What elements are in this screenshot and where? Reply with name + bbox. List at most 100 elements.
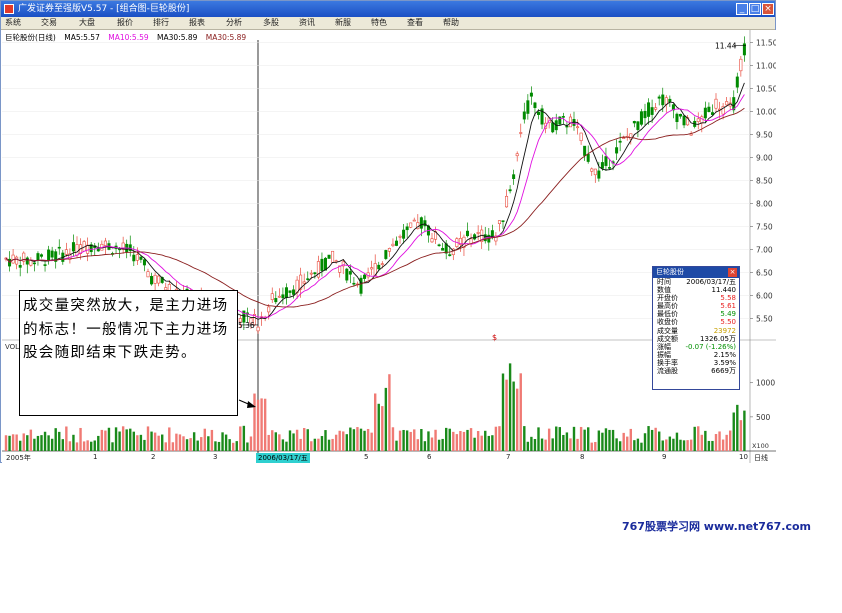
volume-bar bbox=[576, 438, 579, 451]
volume-bar bbox=[590, 442, 593, 451]
volume-bar bbox=[540, 438, 544, 451]
info-label: 振幅 bbox=[657, 350, 671, 359]
info-panel-header[interactable]: 巨轮股份 × bbox=[653, 267, 739, 278]
volume-bar bbox=[58, 431, 61, 451]
volume-bar bbox=[129, 428, 132, 451]
volume-bar bbox=[611, 429, 615, 451]
volume-bar bbox=[50, 438, 54, 451]
volume-bar bbox=[437, 439, 441, 451]
candle-body bbox=[657, 96, 661, 99]
info-label: 换手率 bbox=[657, 358, 678, 367]
volume-bar bbox=[526, 441, 530, 451]
menu-report[interactable]: 报表 bbox=[189, 17, 205, 29]
stock-title: 巨轮股份(日线) bbox=[5, 33, 56, 42]
candle-body bbox=[288, 290, 292, 293]
menu-news[interactable]: 资讯 bbox=[299, 17, 315, 29]
volume-bar bbox=[629, 428, 632, 451]
candle-body bbox=[64, 249, 68, 255]
volume-bar bbox=[693, 426, 696, 451]
volume-bar bbox=[654, 427, 657, 451]
candle-body bbox=[618, 140, 622, 143]
menu-multi[interactable]: 多股 bbox=[263, 17, 279, 29]
candle-body bbox=[597, 170, 601, 179]
volume-bar bbox=[61, 439, 64, 451]
volume-bar bbox=[618, 441, 622, 451]
candle-body bbox=[650, 107, 654, 115]
candle-body bbox=[402, 229, 406, 239]
volume-bar bbox=[547, 428, 551, 451]
candle-body bbox=[423, 220, 427, 227]
period-label[interactable]: 日线 bbox=[754, 453, 768, 463]
volume-bar bbox=[161, 434, 164, 451]
menu-quote[interactable]: 报价 bbox=[117, 17, 133, 29]
close-icon[interactable]: × bbox=[728, 268, 737, 277]
menu-view[interactable]: 查看 bbox=[407, 17, 423, 29]
volume-bar bbox=[313, 438, 317, 451]
info-label: 成交量 bbox=[657, 326, 678, 335]
menu-special[interactable]: 特色 bbox=[371, 17, 387, 29]
volume-bar bbox=[33, 438, 36, 451]
close-button[interactable]: × bbox=[762, 3, 774, 15]
candle-body bbox=[377, 264, 381, 270]
date-tick: 2 bbox=[151, 453, 156, 461]
title-bar: 广发证券至强版V5.57 - [组合图-巨轮股份] _ □ × bbox=[1, 1, 775, 17]
volume-bar bbox=[153, 432, 157, 451]
menu-help[interactable]: 帮助 bbox=[443, 17, 459, 29]
info-value: 11.440 bbox=[711, 286, 737, 295]
minimize-button[interactable]: _ bbox=[736, 3, 748, 15]
volume-bar bbox=[732, 412, 735, 451]
info-panel-title: 巨轮股份 bbox=[656, 268, 684, 276]
volume-bar bbox=[331, 438, 334, 451]
volume-bar bbox=[516, 388, 519, 451]
volume-bar bbox=[338, 430, 341, 451]
menu-trade[interactable]: 交易 bbox=[41, 17, 57, 29]
volume-bar bbox=[643, 433, 647, 451]
y-tick-label: 11.00 bbox=[756, 62, 776, 71]
volume-bar bbox=[647, 426, 650, 451]
y-tick-label: 11.50 bbox=[756, 39, 776, 48]
volume-bar bbox=[579, 426, 583, 451]
volume-bar bbox=[707, 440, 711, 451]
volume-bar bbox=[196, 440, 199, 451]
ma30-line bbox=[5, 107, 745, 308]
volume-bar bbox=[604, 428, 608, 451]
volume-bar bbox=[210, 429, 214, 451]
volume-bar bbox=[448, 428, 451, 451]
candle-body bbox=[25, 257, 29, 265]
menu-market[interactable]: 大盘 bbox=[79, 17, 95, 29]
volume-bar bbox=[178, 434, 182, 451]
volume-bar bbox=[530, 436, 533, 451]
candle-body bbox=[714, 98, 718, 109]
volume-bar bbox=[217, 441, 221, 451]
volume-bar bbox=[175, 433, 178, 451]
candle-body bbox=[398, 235, 402, 238]
candle-body bbox=[139, 256, 143, 260]
menu-ranking[interactable]: 排行 bbox=[153, 17, 169, 29]
maximize-button[interactable]: □ bbox=[749, 3, 761, 15]
candle-body bbox=[696, 118, 700, 122]
candle-body bbox=[394, 240, 398, 246]
volume-bar bbox=[82, 441, 86, 451]
candle-body bbox=[132, 254, 136, 262]
menu-newsvc[interactable]: 新服 bbox=[335, 17, 351, 29]
info-panel[interactable]: 巨轮股份 × 时间 2006/03/17/五 数值 11.440 开盘价 5.58 最高价 5… bbox=[652, 266, 740, 390]
candle-body bbox=[586, 154, 590, 162]
menu-system[interactable]: 系统 bbox=[5, 17, 21, 29]
date-tick: 6 bbox=[427, 453, 432, 461]
volume-bar bbox=[587, 427, 590, 451]
volume-bar bbox=[306, 429, 309, 451]
volume-bar bbox=[359, 428, 363, 451]
volume-bar bbox=[594, 442, 597, 451]
menu-analysis[interactable]: 分析 bbox=[226, 17, 242, 29]
volume-bar bbox=[626, 436, 629, 451]
volume-bar bbox=[391, 427, 395, 451]
volume-bar bbox=[739, 420, 743, 451]
volume-bar bbox=[633, 440, 636, 451]
volume-bar bbox=[93, 440, 96, 451]
candle-body bbox=[57, 246, 61, 249]
volume-bar bbox=[97, 435, 100, 451]
volume-bar bbox=[736, 404, 739, 451]
volume-bar bbox=[242, 425, 246, 451]
y-tick-label: 8.00 bbox=[756, 200, 773, 209]
candle-body bbox=[146, 271, 150, 278]
